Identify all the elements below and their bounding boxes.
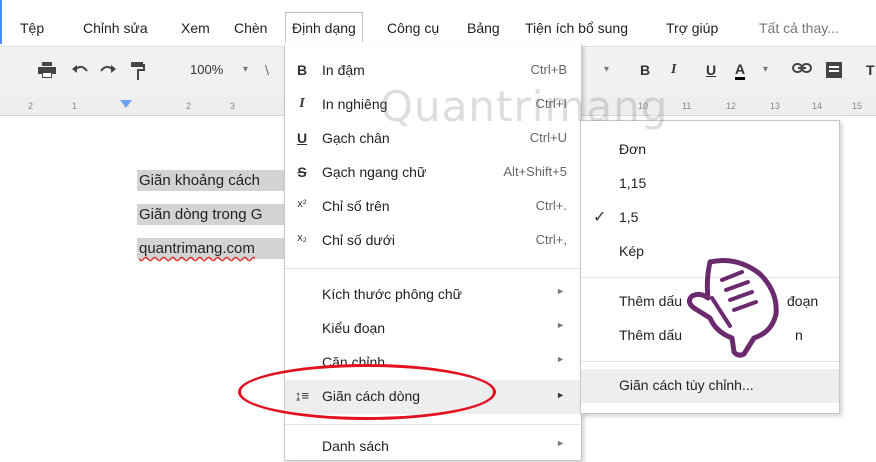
menu-item-label: Kiểu đoạn [322, 320, 386, 336]
doc-text-line[interactable]: Giãn dòng trong G [137, 204, 286, 225]
menu-item-label: In nghiêng [322, 96, 388, 112]
menu-tools[interactable]: Công cụ [387, 20, 439, 36]
menu-item-subscript[interactable]: x₂ Chỉ số dưới Ctrl+, [285, 226, 581, 256]
menu-item-label-tail: n [795, 327, 803, 343]
menu-item-shortcut: Ctrl+, [535, 232, 567, 247]
submenu-arrow-icon: ► [556, 354, 565, 364]
style-select-fragment[interactable]: \ [265, 62, 269, 78]
ruler-tick: 2 [28, 101, 34, 111]
menu-item-label: Thêm dấu [619, 327, 683, 343]
pointing-hand-icon [686, 258, 779, 358]
menu-format[interactable]: Định dạng [285, 12, 363, 42]
menu-file[interactable]: Tệp [20, 20, 44, 36]
italic-button[interactable]: I [671, 62, 676, 78]
custom-spacing-item[interactable]: Giãn cách tùy chỉnh... [581, 369, 839, 403]
paint-format-icon[interactable] [131, 62, 145, 80]
menu-item-shortcut: Ctrl+. [535, 198, 567, 213]
spacing-option-label: Đơn [619, 141, 647, 157]
menu-item-shortcut: Ctrl+U [529, 130, 567, 145]
ruler-tick: 12 [726, 101, 737, 111]
chevron-down-icon[interactable]: ▾ [243, 64, 248, 75]
subscript-icon: x₂ [297, 232, 307, 244]
ruler-tick: 3 [230, 101, 236, 111]
menu-item-strikethrough[interactable]: S Gạch ngang chữ Alt+Shift+5 [285, 158, 581, 188]
menu-item-paragraph-styles[interactable]: Kiểu đoạn ► [285, 314, 581, 344]
menu-item-label: Kích thước phông chữ [322, 286, 462, 302]
menu-item-label: Thêm dấu [619, 293, 683, 309]
underline-button[interactable]: U [706, 62, 716, 78]
menu-divider [285, 424, 581, 425]
left-accent-bar [0, 0, 2, 44]
ruler-tick: 13 [770, 101, 781, 111]
menu-item-label: In đậm [322, 62, 365, 78]
italic-icon: I [299, 96, 305, 111]
spacing-option-label: Kép [619, 243, 644, 259]
zoom-select[interactable]: 100% [190, 62, 223, 77]
highlight-ellipse [238, 364, 496, 420]
font-size-caret-icon[interactable]: ▾ [604, 64, 609, 75]
menu-all-changes[interactable]: Tất cả thay... [759, 20, 839, 36]
menu-item-label-tail: đoạn [787, 293, 819, 309]
menu-help[interactable]: Trợ giúp [666, 20, 718, 36]
text-color-caret-icon[interactable]: ▾ [763, 64, 768, 75]
strikethrough-icon: S [297, 164, 307, 180]
ruler-tick: 14 [812, 101, 823, 111]
spacing-option-label: 1,15 [619, 175, 647, 191]
menu-item-label: Chỉ số trên [322, 198, 390, 214]
ruler-tick: 1 [72, 101, 78, 111]
print-icon[interactable] [38, 62, 56, 78]
doc-text-line[interactable]: quantrimang.com [137, 238, 286, 259]
ruler-tick: 11 [682, 101, 692, 111]
menu-item-font-size[interactable]: Kích thước phông chữ ► [285, 280, 581, 310]
comment-icon[interactable] [826, 62, 842, 78]
menu-item-label: Gạch chân [322, 130, 390, 146]
spacing-option-label: 1,5 [619, 209, 639, 225]
menu-item-label: Gạch ngang chữ [322, 164, 427, 180]
menu-item-superscript[interactable]: x² Chỉ số trên Ctrl+. [285, 192, 581, 222]
undo-icon[interactable] [72, 62, 88, 76]
check-icon: ✓ [593, 209, 607, 226]
redo-icon[interactable] [100, 62, 116, 76]
menu-table[interactable]: Bảng [467, 20, 500, 36]
ruler-tick: 15 [852, 101, 863, 111]
menu-addons[interactable]: Tiện ích bổ sung [525, 20, 628, 36]
submenu-arrow-icon: ► [556, 286, 565, 296]
menu-item-label: Danh sách [322, 438, 389, 454]
menu-view[interactable]: Xem [181, 20, 210, 36]
toolbar-overflow-icon[interactable]: T [866, 62, 875, 78]
menu-item-label: Giãn cách tùy chỉnh... [619, 377, 754, 393]
doc-text-line[interactable]: Giãn khoảng cách [137, 170, 286, 191]
bold-icon: B [296, 62, 308, 78]
indent-marker-icon[interactable] [120, 100, 132, 108]
spacing-option-single[interactable]: Đơn [581, 135, 839, 165]
menu-bar: Tệp Chỉnh sửa Xem Chèn Định dạng Công cụ… [0, 0, 876, 44]
text-color-button[interactable]: A [735, 62, 746, 80]
menu-item-shortcut: Alt+Shift+5 [503, 164, 567, 179]
bold-button[interactable]: B [640, 62, 650, 78]
submenu-arrow-icon: ► [556, 438, 565, 448]
link-icon[interactable] [792, 62, 812, 74]
submenu-arrow-icon: ► [556, 320, 565, 330]
menu-item-list[interactable]: Danh sách ► [285, 432, 581, 462]
underline-icon: U [296, 130, 308, 146]
ruler-tick: 2 [186, 101, 192, 111]
doc-link-text[interactable]: quantrimang.com [139, 240, 255, 257]
watermark: Quantrimang [380, 82, 669, 131]
menu-divider [285, 268, 581, 269]
spacing-option-1-5[interactable]: ✓ 1,5 [581, 203, 839, 233]
spacing-option-1-15[interactable]: 1,15 [581, 169, 839, 199]
menu-item-shortcut: Ctrl+B [530, 62, 567, 77]
menu-insert[interactable]: Chèn [234, 20, 267, 36]
superscript-icon: x² [297, 198, 307, 210]
menu-edit[interactable]: Chỉnh sửa [83, 20, 148, 36]
submenu-arrow-icon: ► [556, 390, 565, 400]
menu-item-label: Chỉ số dưới [322, 232, 396, 248]
menu-divider [581, 361, 839, 362]
